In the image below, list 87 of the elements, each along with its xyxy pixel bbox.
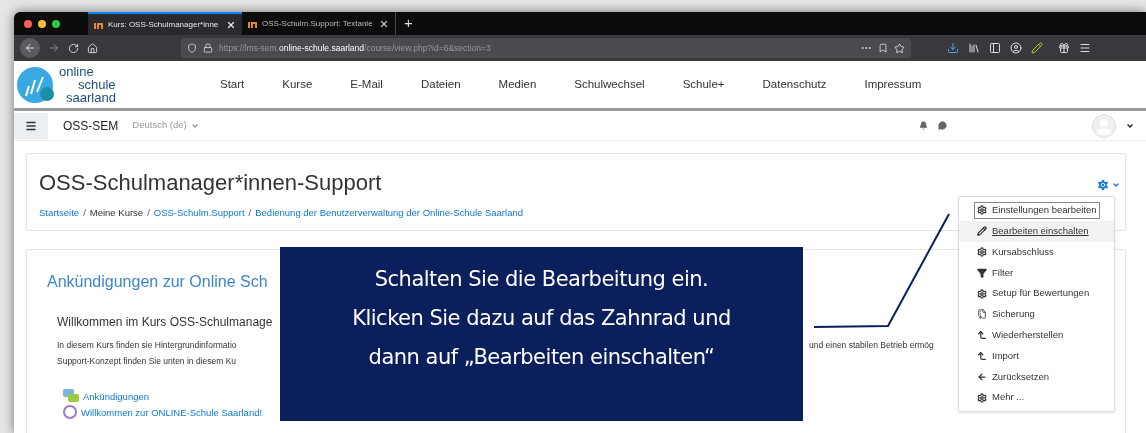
nav-link[interactable]: E-Mail (331, 75, 402, 94)
activity-link[interactable]: Willkommen zur ONLINE-Schule Saarland! (81, 405, 263, 419)
breadcrumb-link[interactable]: Startseite (39, 206, 80, 221)
dropdown-item[interactable]: Kursabschluss (959, 241, 1114, 263)
back-button[interactable] (20, 38, 40, 58)
nav-link[interactable]: Schulwechsel (555, 75, 664, 94)
bell-icon[interactable] (919, 121, 928, 130)
reload-icon[interactable] (68, 42, 79, 54)
shield-icon (187, 43, 197, 53)
breadcrumb-link[interactable]: Bedienung der Benutzerverwaltung der Online-Schule Saarland (255, 206, 523, 221)
gear-icon (1096, 178, 1110, 192)
logo-text: schule (78, 78, 116, 91)
breadcrumb-separator: / (146, 206, 151, 220)
browser-tab[interactable]: Kurs: OSS-Schulmanager*inne (88, 12, 242, 35)
gear-icon (977, 288, 987, 299)
user-silhouette-icon (1094, 116, 1114, 137)
nav-link[interactable]: Start (201, 75, 264, 94)
logo-icon (17, 65, 57, 104)
back-arrow-icon (24, 42, 36, 54)
new-tab-button[interactable]: + (396, 12, 421, 35)
section-heading[interactable]: Ankündigungen zur Online Sch (47, 272, 268, 292)
settings-menu-button[interactable] (1096, 178, 1120, 192)
gear-icon (977, 392, 987, 403)
dropdown-item[interactable]: Setup für Bewertungen (959, 283, 1114, 304)
logo-text: online (59, 65, 95, 78)
pencil-icon (977, 226, 987, 237)
library-icon[interactable] (968, 42, 980, 54)
nav-link[interactable]: Medien (479, 75, 556, 94)
dropdown-item[interactable]: Sicherung (959, 304, 1114, 325)
favicon-icon (248, 19, 258, 28)
download-icon[interactable] (947, 42, 959, 54)
page-icon (63, 405, 77, 419)
close-tab-icon[interactable] (379, 18, 389, 29)
gift-icon[interactable] (1058, 42, 1070, 54)
breadcrumb-link[interactable]: OSS-Schulm.Support (153, 206, 245, 221)
corner-arrow-icon (977, 350, 987, 361)
back-arrow-icon (977, 371, 987, 382)
activity-link[interactable]: Ankündigungen (83, 389, 150, 403)
dropdown-item[interactable]: Wiederherstellen (959, 324, 1114, 346)
dropdown-item[interactable]: Mehr ... (959, 387, 1114, 408)
chat-icon[interactable] (938, 121, 947, 130)
minimize-window-icon[interactable] (38, 19, 46, 28)
nav-link[interactable]: Schule+ (663, 75, 744, 94)
gear-icon (977, 247, 987, 257)
corner-arrow-icon (977, 330, 987, 341)
account-icon[interactable] (1010, 42, 1022, 54)
callout-text: Schalten Sie die Bearbeitung ein. (374, 266, 709, 293)
url-text: https://lms-sem.online-schule.saarland/course/view.php?id=6&section=3 (219, 41, 492, 55)
speech-bubbles-icon (63, 389, 79, 403)
callout-text: Klicken Sie dazu auf das Zahnrad und (352, 305, 731, 332)
close-tab-icon[interactable] (226, 19, 236, 30)
dropdown-item[interactable]: Bearbeiten einschalten (959, 220, 1114, 242)
menu-button[interactable] (14, 112, 48, 139)
caret-icon (1112, 181, 1120, 189)
nav-link[interactable]: Dateien (401, 75, 480, 94)
star-icon[interactable] (894, 42, 905, 54)
breadcrumb-separator: / (82, 206, 87, 220)
menu-icon[interactable] (1079, 42, 1091, 54)
address-bar[interactable]: https://lms-sem.online-schule.saarland/course/view.php?id=6&section=3 (181, 38, 911, 58)
breadcrumb-text: Meine Kurse (89, 206, 144, 220)
favicon-icon (94, 20, 104, 29)
gear-icon (977, 205, 987, 216)
filter-icon (977, 267, 987, 278)
sidebar-icon[interactable] (989, 42, 1001, 54)
dropdown-item[interactable]: Import (959, 345, 1114, 367)
breadcrumb-separator: / (247, 206, 253, 220)
site-name[interactable]: OSS-SEM (63, 116, 119, 135)
menu-icon (25, 119, 37, 132)
nav-link[interactable]: Impressum (845, 75, 941, 94)
home-icon[interactable] (87, 42, 98, 54)
course-title: OSS-Schulmanager*innen-Support (39, 170, 382, 196)
caret-icon[interactable] (1126, 121, 1134, 130)
nav-link[interactable]: Kurse (263, 75, 332, 94)
dropdown-item[interactable]: Einstellungen bearbeiten (959, 200, 1114, 221)
zoom-window-icon[interactable] (52, 19, 60, 28)
welcome-text: Willkommen im Kurs OSS-Schulmanage (57, 314, 273, 331)
paragraph-text: In diesem Kurs finden sie Hintergrundinformatio (57, 339, 237, 352)
lock-icon (203, 43, 213, 53)
file-icon (977, 309, 987, 320)
dropdown-item[interactable]: Zurücksetzen (959, 366, 1114, 388)
close-window-icon[interactable] (24, 19, 32, 28)
paragraph-text: und einen stabilen Betrieb ermög (809, 339, 934, 352)
callout-text: dann auf „Bearbeiten einschalten“ (368, 344, 715, 371)
paragraph-text: Support-Konzept finden Sie unten in diesem Ku (57, 355, 237, 368)
dropdown-item[interactable]: Filter (959, 262, 1114, 284)
nav-link[interactable]: Datenschutz (743, 75, 846, 94)
logo-text: saarland (66, 91, 116, 104)
